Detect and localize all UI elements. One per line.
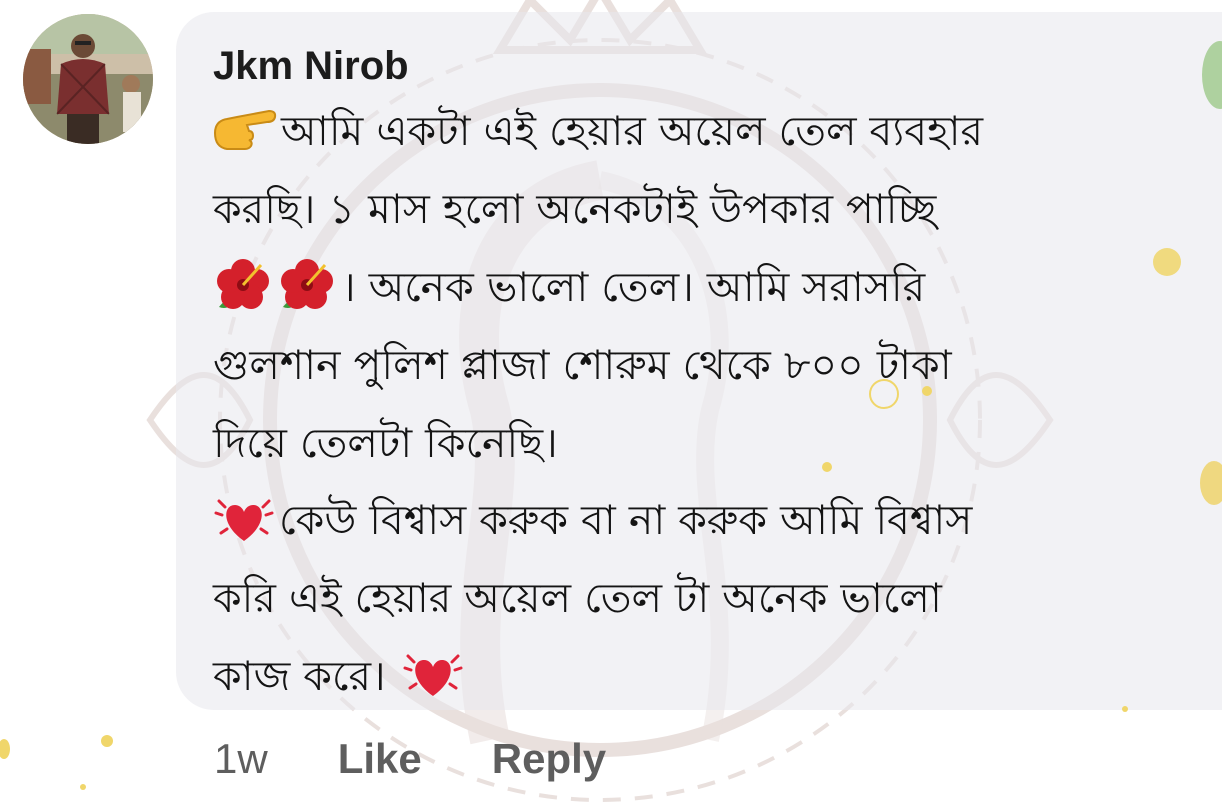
comment-line: গুলশান পুলিশ প্লাজা শোরুম থেকে ৮০০ টাকা: [213, 329, 1213, 407]
author-name[interactable]: Jkm Nirob: [213, 42, 409, 90]
glitter-dot-icon: [0, 739, 10, 759]
comment-text: কাজ করে।: [213, 651, 386, 700]
glitter-dot-icon: [80, 784, 86, 790]
avatar-photo: [23, 14, 153, 144]
hibiscus-icon: [277, 255, 337, 325]
comment-text: করছি। ১ মাস হলো অনেকটাই উপকার পাচ্ছি: [213, 185, 937, 234]
comment-line: দিয়ে তেলটা কিনেছি।: [213, 407, 1213, 485]
reply-button[interactable]: Reply: [492, 735, 606, 783]
glitter-dot-icon: [101, 735, 113, 747]
hibiscus-icon: [213, 255, 273, 325]
comment-line: কাজ করে।: [213, 641, 1213, 719]
comment-line: কেউ বিশ্বাস করুক বা না করুক আমি বিশ্বাস: [213, 485, 1213, 563]
beating-heart-icon: [402, 646, 464, 712]
comment-line: করছি। ১ মাস হলো অনেকটাই উপকার পাচ্ছি: [213, 174, 1213, 252]
comment-line: । অনেক ভালো তেল। আমি সরাসরি: [213, 252, 1213, 330]
comment-text: দিয়ে তেলটা কিনেছি।: [213, 418, 558, 467]
comment-text: করি এই হেয়ার অয়েল তেল টা অনেক ভালো: [213, 574, 942, 623]
comment-screen: Jkm Nirob আমি একটা এই হেয়ার অয়েল তেল ব…: [0, 0, 1222, 806]
like-button[interactable]: Like: [338, 735, 422, 783]
comment-text: গুলশান পুলিশ প্লাজা শোরুম থেকে ৮০০ টাকা: [213, 340, 952, 389]
comment-body: আমি একটা এই হেয়ার অয়েল তেল ব্যবহার করছ…: [213, 96, 1213, 718]
comment-line: করি এই হেয়ার অয়েল তেল টা অনেক ভালো: [213, 563, 1213, 641]
comment-text: । অনেক ভালো তেল। আমি সরাসরি: [341, 262, 926, 311]
comment-timestamp[interactable]: 1w: [214, 735, 268, 783]
avatar[interactable]: [23, 14, 153, 144]
pointing-hand-icon: [213, 107, 277, 163]
comment-actions: 1w Like Reply: [214, 735, 606, 783]
beating-heart-icon: [213, 491, 275, 557]
comment-line: আমি একটা এই হেয়ার অয়েল তেল ব্যবহার: [213, 96, 1213, 174]
comment-text: কেউ বিশ্বাস করুক বা না করুক আমি বিশ্বাস: [279, 496, 973, 545]
comment-text: আমি একটা এই হেয়ার অয়েল তেল ব্যবহার: [281, 107, 984, 156]
